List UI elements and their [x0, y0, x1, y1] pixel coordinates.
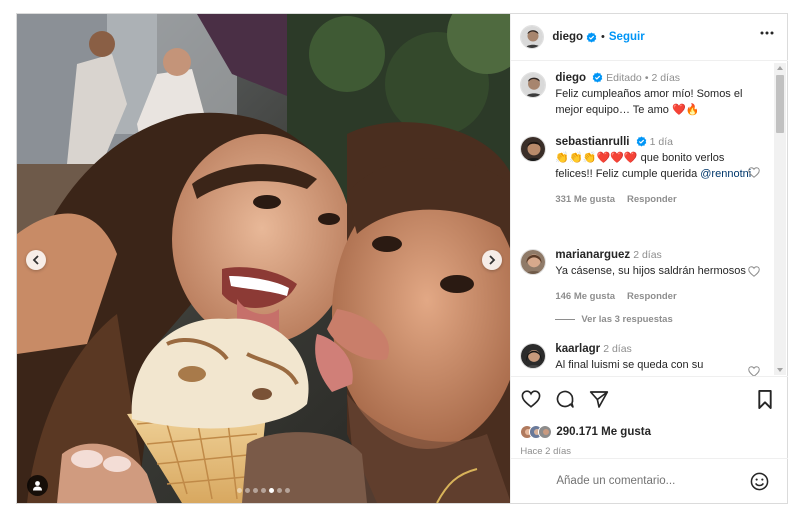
likes-count[interactable]: 290.171 Me gusta: [556, 426, 651, 438]
reply-button[interactable]: Responder: [627, 192, 677, 207]
comment-username[interactable]: sebastianrulli: [555, 136, 629, 148]
comment: sebastianrulli 1 día 👏👏👏❤️❤️❤️ que bonit…: [520, 135, 761, 207]
comment-icon: [557, 390, 575, 408]
view-replies-label: Ver las 3 respuestas: [581, 314, 673, 325]
author-avatar[interactable]: [520, 25, 545, 49]
post-header: diego • Seguir: [511, 14, 789, 61]
scrollbar-thumb[interactable]: [776, 75, 784, 133]
comment-likes[interactable]: 331 Me gusta: [555, 192, 615, 207]
separator-dot: •: [601, 31, 605, 43]
caption-time: 2 días: [651, 72, 681, 84]
heart-icon[interactable]: [748, 366, 761, 376]
tag-user-icon: [33, 481, 42, 491]
bookmark-icon: [758, 389, 773, 409]
comment-time: 2 días: [603, 343, 632, 355]
emoji-icon[interactable]: [750, 472, 769, 491]
verified-icon: [592, 72, 603, 83]
carousel-dot: [237, 488, 242, 493]
view-replies-button[interactable]: Ver las 3 respuestas: [555, 314, 673, 325]
carousel-dot: [253, 488, 258, 493]
comment-text: Al final luismi se queda con su: [555, 359, 704, 371]
carousel-dot: [269, 488, 274, 493]
carousel-dot: [285, 488, 290, 493]
comment-username[interactable]: kaarlagr: [555, 343, 600, 355]
carousel-dot: [261, 488, 266, 493]
comments-scrollbar[interactable]: [774, 63, 786, 375]
tagged-users-button[interactable]: [27, 475, 48, 496]
post-date[interactable]: Hace 2 días: [520, 446, 571, 457]
reply-button[interactable]: Responder: [627, 289, 677, 304]
caption-username[interactable]: diego: [555, 72, 586, 84]
verified-icon: [586, 31, 597, 43]
save-button[interactable]: [754, 388, 776, 410]
caption-edited: Editado: [606, 72, 642, 84]
share-button[interactable]: [588, 388, 610, 410]
heart-icon: [521, 390, 541, 408]
carousel-dot: [245, 488, 250, 493]
author-username[interactable]: diego: [552, 31, 583, 43]
verified-icon: [636, 136, 646, 147]
comment-time: 2 días: [633, 249, 662, 261]
post-photo: [17, 14, 511, 503]
like-button[interactable]: [520, 388, 542, 410]
chevron-right-icon: [489, 255, 496, 265]
comment-button[interactable]: [554, 388, 576, 410]
comments-list[interactable]: diego Editado • 2 días Feliz cumpleaños …: [511, 62, 788, 376]
comment-input[interactable]: [556, 475, 737, 487]
follow-button[interactable]: Seguir: [609, 31, 645, 43]
likes-summary[interactable]: 290.171 Me gusta: [520, 425, 651, 439]
chevron-left-icon: [32, 255, 39, 265]
post-side-panel: diego • Seguir diego Editado • 2 días Fe…: [510, 14, 789, 503]
caption-text: Feliz cumpleaños amor mío! Somos el mejo…: [555, 88, 743, 116]
mention-link[interactable]: @rennotni: [700, 168, 751, 180]
post-media: [17, 14, 511, 503]
replies-line: [555, 319, 576, 320]
post-actions: 290.171 Me gusta Hace 2 días: [511, 376, 789, 458]
comment-text: Ya cásense, su hijos saldrán hermosos: [555, 265, 746, 277]
comment-username[interactable]: marianarguez: [555, 249, 630, 261]
previous-slide-button[interactable]: [26, 250, 46, 270]
caption-avatar[interactable]: [520, 72, 547, 98]
scroll-up-arrow[interactable]: [777, 66, 783, 70]
comment-text: 👏👏👏❤️❤️❤️ que bonito verlos felices!! Fe…: [555, 152, 752, 180]
carousel-dot: [277, 488, 282, 493]
carousel-indicator: [237, 488, 290, 493]
comment: marianarguez 2 días Ya cásense, su hijos…: [520, 248, 761, 304]
more-options-icon[interactable]: [760, 31, 774, 35]
commenter-avatar[interactable]: [520, 136, 547, 162]
commenter-avatar[interactable]: [520, 343, 547, 369]
share-icon: [590, 390, 609, 408]
heart-icon[interactable]: [748, 266, 761, 277]
next-slide-button[interactable]: [482, 250, 502, 270]
comment-likes[interactable]: 146 Me gusta: [555, 289, 615, 304]
scroll-down-arrow[interactable]: [777, 368, 783, 372]
commenter-avatar[interactable]: [520, 249, 547, 275]
comment-composer: [511, 458, 789, 503]
caption: diego Editado • 2 días Feliz cumpleaños …: [520, 71, 760, 118]
liker-avatar: [538, 425, 553, 439]
heart-icon[interactable]: [748, 167, 761, 178]
post-dialog: diego • Seguir diego Editado • 2 días Fe…: [16, 13, 789, 504]
comment: kaarlagr 2 días Al final luismi se queda…: [520, 342, 761, 376]
comment-time: 1 día: [649, 136, 673, 148]
